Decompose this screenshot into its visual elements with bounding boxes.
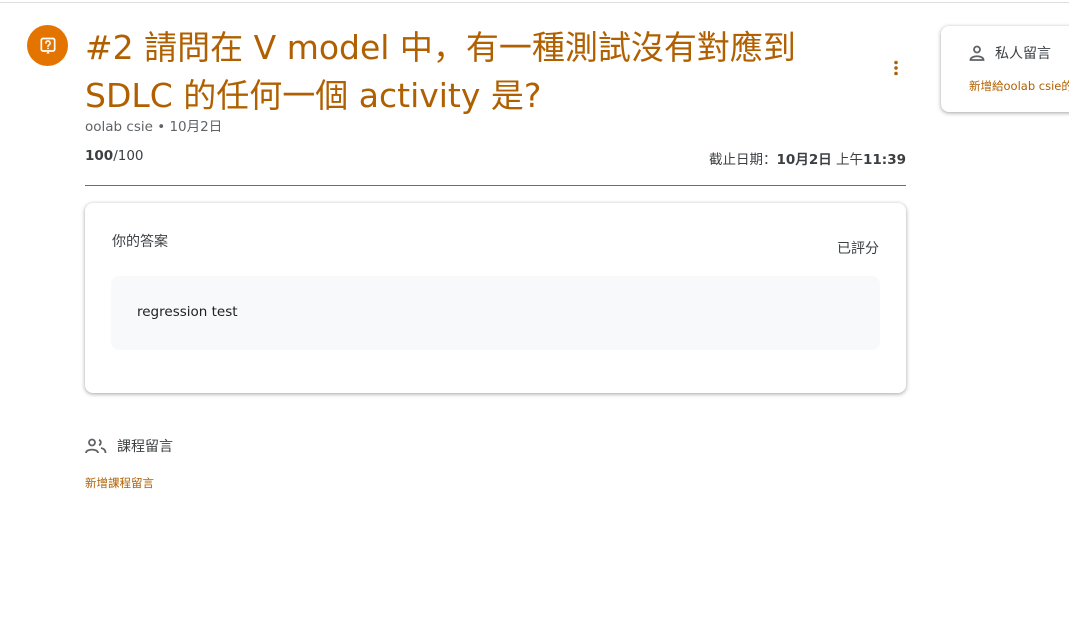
person-icon: [969, 45, 985, 61]
due-time-value: 11:39: [863, 152, 906, 168]
points-total: /100: [113, 148, 144, 164]
header-divider: [85, 185, 906, 186]
private-comments-label: 私人留言: [995, 46, 1051, 62]
private-comments-header: 私人留言: [969, 43, 1051, 63]
add-private-comment-link[interactable]: 新增給oolab csie的: [969, 78, 1069, 94]
graded-status: 已評分: [837, 241, 879, 257]
private-comments-card: 私人留言 新增給oolab csie的: [941, 26, 1069, 112]
your-answer-card: 你的答案 已評分 regression test: [85, 203, 906, 393]
post-date: 10月2日: [169, 119, 223, 135]
your-answer-title: 你的答案: [112, 234, 168, 250]
add-class-comment-link[interactable]: 新增課程留言: [85, 475, 154, 491]
due-label: 截止日期：: [709, 152, 777, 168]
assignment-meta: oolab csie • 10月2日: [85, 115, 222, 135]
assignment-title: #2 請問在 V model 中，有一種測試沒有對應到 SDLC 的任何一個 a…: [85, 28, 796, 115]
author-name: oolab csie: [85, 119, 153, 135]
points: 100/100: [85, 148, 144, 164]
answer-text: regression test: [137, 304, 238, 320]
meta-separator: •: [152, 119, 170, 135]
question-assignment-icon: [27, 25, 68, 66]
due-date-value: 10月2日: [776, 152, 832, 168]
class-comments-label: 課程留言: [117, 439, 173, 455]
points-earned: 100: [85, 148, 114, 164]
top-divider: [0, 2, 1069, 3]
people-icon: [85, 438, 107, 454]
due-time-prefix: 上午: [831, 152, 864, 168]
due-date: 截止日期：10月2日 上午11:39: [709, 148, 906, 168]
more-options-button[interactable]: [883, 55, 909, 81]
more-vert-icon: [894, 60, 898, 76]
answer-box: regression test: [111, 276, 880, 350]
question-mark-icon: [40, 37, 55, 53]
class-comments-header: 課程留言: [85, 436, 173, 456]
